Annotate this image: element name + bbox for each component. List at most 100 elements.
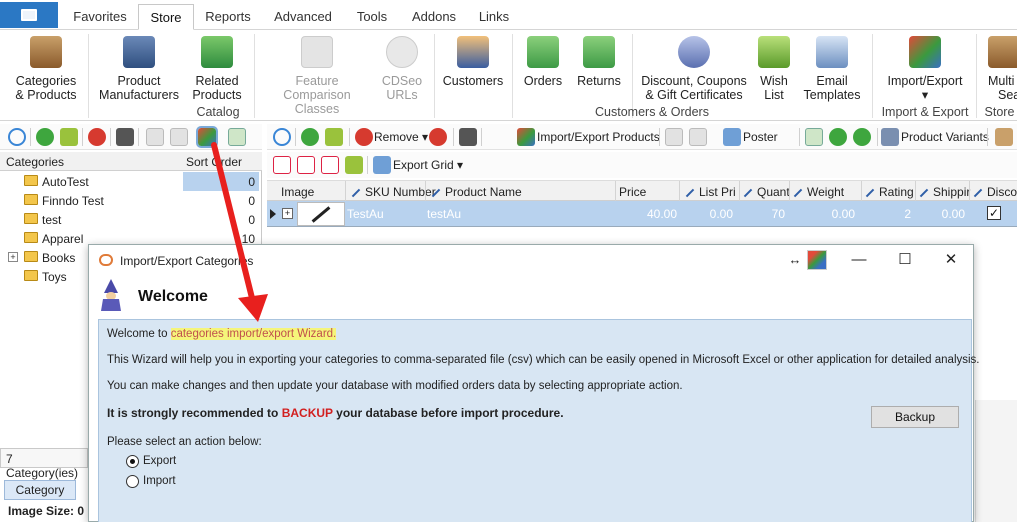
edit-icon[interactable] bbox=[325, 128, 343, 146]
category-row[interactable]: test 0 bbox=[0, 210, 262, 229]
add-icon[interactable] bbox=[36, 128, 54, 146]
export-grid-icon[interactable] bbox=[373, 156, 391, 174]
more-tools-icon[interactable] bbox=[995, 128, 1013, 146]
feature-comparison-button[interactable]: Feature Comparison Classes bbox=[262, 34, 372, 116]
column-header-rating[interactable]: Rating bbox=[865, 185, 914, 199]
export-grid-dropdown[interactable]: Export Grid ▾ bbox=[393, 158, 463, 172]
column-header-quantity[interactable]: Quant bbox=[743, 185, 790, 199]
tab-category[interactable]: Category bbox=[4, 480, 76, 500]
wish-list-button[interactable]: Wish List bbox=[752, 34, 796, 102]
tab-store[interactable]: Store bbox=[138, 4, 194, 30]
quantity-cell[interactable]: 70 bbox=[741, 207, 785, 221]
maximize-button[interactable]: ☐ bbox=[893, 251, 917, 269]
dialog-titlebar[interactable]: Import/Export Categories ↔ — ☐ ✕ bbox=[89, 245, 973, 275]
close-button[interactable]: ✕ bbox=[939, 251, 963, 269]
paste-icon[interactable] bbox=[170, 128, 188, 146]
product-image-cell[interactable] bbox=[297, 202, 345, 226]
product-name-cell[interactable]: testAu bbox=[427, 207, 461, 221]
remove-icon[interactable] bbox=[355, 128, 373, 146]
move-down-icon[interactable] bbox=[829, 128, 847, 146]
copy-icon[interactable] bbox=[146, 128, 164, 146]
column-header-image[interactable]: Image bbox=[281, 185, 314, 199]
column-header-shipping[interactable]: Shippir bbox=[919, 185, 970, 199]
shipping-cell[interactable]: 0.00 bbox=[917, 207, 965, 221]
related-products-button[interactable]: Related Products bbox=[186, 34, 248, 102]
export-radio[interactable] bbox=[126, 455, 139, 468]
tab-reports[interactable]: Reports bbox=[196, 4, 260, 30]
cdseo-urls-button[interactable]: CDSeo URLs bbox=[376, 34, 428, 102]
copy-icon[interactable] bbox=[665, 128, 683, 146]
edit-icon[interactable] bbox=[60, 128, 78, 146]
column-header-sku[interactable]: SKU Number bbox=[351, 185, 436, 199]
backup-button[interactable]: Backup bbox=[871, 406, 959, 428]
delete-icon[interactable] bbox=[429, 128, 447, 146]
paste-icon[interactable] bbox=[689, 128, 707, 146]
poster-button[interactable]: Poster bbox=[743, 130, 778, 144]
expand-icon[interactable]: + bbox=[8, 252, 18, 262]
tab-favorites[interactable]: Favorites bbox=[64, 4, 136, 30]
categories-column-header[interactable]: Categories bbox=[6, 155, 64, 169]
weight-cell[interactable]: 0.00 bbox=[791, 207, 855, 221]
column-header-price[interactable]: Price bbox=[619, 185, 646, 199]
ribbon-separator bbox=[512, 34, 513, 118]
email-templates-button[interactable]: Email Templates bbox=[800, 34, 864, 102]
tab-addons[interactable]: Addons bbox=[404, 4, 464, 30]
resize-icon[interactable]: ↔ bbox=[783, 251, 807, 269]
product-variants-icon[interactable] bbox=[881, 128, 899, 146]
refresh-icon[interactable] bbox=[8, 128, 26, 146]
tab-tools[interactable]: Tools bbox=[346, 4, 398, 30]
expand-row-icon[interactable]: + bbox=[282, 208, 293, 219]
find-icon[interactable] bbox=[116, 128, 134, 146]
button-label: List bbox=[764, 88, 784, 102]
delete-icon[interactable] bbox=[88, 128, 106, 146]
category-row[interactable]: AutoTest 0 bbox=[0, 172, 262, 191]
discount-coupons-button[interactable]: Discount, Coupons & Gift Certificates bbox=[638, 34, 750, 102]
orders-button[interactable]: Orders bbox=[518, 34, 568, 88]
sort-order-column-header[interactable]: Sort Order bbox=[186, 155, 242, 169]
grid-layout-icon[interactable] bbox=[273, 156, 291, 174]
multi-store-button[interactable]: Multi Sea bbox=[982, 34, 1017, 102]
add-icon[interactable] bbox=[301, 128, 319, 146]
manufacturers-button[interactable]: Product Manufacturers bbox=[96, 34, 182, 102]
discount-checkbox[interactable]: ✓ bbox=[987, 206, 1001, 220]
remove-dropdown[interactable]: Remove ▾ bbox=[374, 130, 428, 144]
customers-button[interactable]: Customers bbox=[440, 34, 506, 88]
app-menu-button[interactable] bbox=[0, 2, 58, 28]
price-cell[interactable]: 40.00 bbox=[617, 207, 677, 221]
categories-products-button[interactable]: Categories & Products bbox=[10, 34, 82, 102]
add-variant-icon[interactable] bbox=[805, 128, 823, 146]
column-header-list-price[interactable]: List Pri bbox=[685, 185, 736, 199]
import-export-categories-icon[interactable] bbox=[196, 126, 218, 148]
column-separator bbox=[425, 181, 426, 202]
column-header-weight[interactable]: Weight bbox=[793, 185, 844, 199]
tab-advanced[interactable]: Advanced bbox=[266, 4, 340, 30]
color-icon[interactable] bbox=[807, 250, 827, 270]
tab-links[interactable]: Links bbox=[470, 4, 518, 30]
import-radio[interactable] bbox=[126, 475, 139, 488]
column-header-discount[interactable]: Discou bbox=[973, 185, 1017, 199]
toolbar-separator bbox=[30, 128, 31, 146]
rating-cell[interactable]: 2 bbox=[863, 207, 911, 221]
grid-columns-icon[interactable] bbox=[297, 156, 315, 174]
add-subcategory-icon[interactable] bbox=[228, 128, 246, 146]
sku-cell[interactable]: TestAu bbox=[347, 207, 384, 221]
returns-button[interactable]: Returns bbox=[572, 34, 626, 88]
refresh-icon[interactable] bbox=[273, 128, 291, 146]
import-export-button[interactable]: Import/Export ▾ bbox=[878, 34, 972, 102]
poster-icon[interactable] bbox=[723, 128, 741, 146]
column-header-product-name[interactable]: Product Name bbox=[431, 185, 522, 199]
table-row[interactable]: + TestAu testAu 40.00 0.00 70 0.00 2 0.0… bbox=[267, 201, 1017, 227]
grid-edit-icon[interactable] bbox=[345, 156, 363, 174]
minimize-button[interactable]: — bbox=[847, 251, 871, 269]
grid-rows-icon[interactable] bbox=[321, 156, 339, 174]
move-up-icon[interactable] bbox=[853, 128, 871, 146]
import-export-products-icon[interactable] bbox=[517, 128, 535, 146]
product-variants-button[interactable]: Product Variants bbox=[901, 130, 989, 144]
export-label[interactable]: Export bbox=[143, 455, 176, 467]
import-label[interactable]: Import bbox=[143, 475, 176, 487]
category-row[interactable]: Finndo Test 0 bbox=[0, 191, 262, 210]
import-export-products-button[interactable]: Import/Export Products bbox=[537, 130, 660, 144]
find-icon[interactable] bbox=[459, 128, 477, 146]
list-price-cell[interactable]: 0.00 bbox=[681, 207, 733, 221]
column-separator bbox=[915, 181, 916, 202]
